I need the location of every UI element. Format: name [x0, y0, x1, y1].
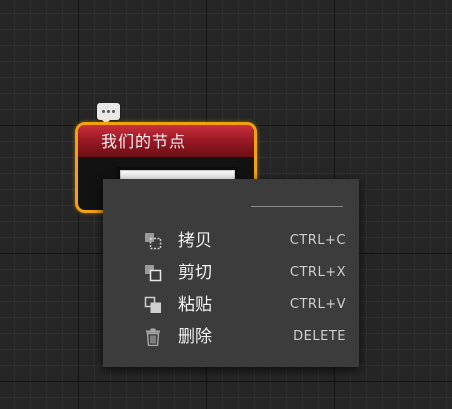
menu-item-paste[interactable]: 粘贴 CTRL+V	[103, 289, 359, 321]
copy-icon	[145, 233, 162, 250]
menu-item-shortcut: CTRL+V	[289, 297, 346, 312]
menu-item-copy[interactable]: 拷贝 CTRL+C	[103, 225, 359, 257]
menu-header-divider	[251, 206, 343, 207]
menu-item-label: 删除	[178, 327, 212, 347]
menu-item-shortcut: CTRL+C	[289, 233, 346, 248]
menu-item-label: 剪切	[178, 263, 212, 283]
menu-item-label: 拷贝	[178, 231, 212, 251]
graph-canvas[interactable]: 我们的节点 拷贝 CTRL+C 剪切 CTRL+X	[0, 0, 452, 409]
context-menu: 拷贝 CTRL+C 剪切 CTRL+X 粘贴 CTRL+V 删除 DELETE	[103, 179, 359, 367]
menu-item-delete[interactable]: 删除 DELETE	[103, 321, 359, 353]
menu-item-cut[interactable]: 剪切 CTRL+X	[103, 257, 359, 289]
menu-item-shortcut: CTRL+X	[289, 265, 346, 280]
cut-icon	[145, 265, 162, 282]
menu-item-label: 粘贴	[178, 295, 212, 315]
trash-icon	[146, 328, 160, 346]
paste-icon	[144, 296, 161, 313]
menu-item-shortcut: DELETE	[293, 329, 346, 344]
node-title: 我们的节点	[78, 125, 254, 157]
comment-bubble-icon[interactable]	[97, 103, 120, 124]
